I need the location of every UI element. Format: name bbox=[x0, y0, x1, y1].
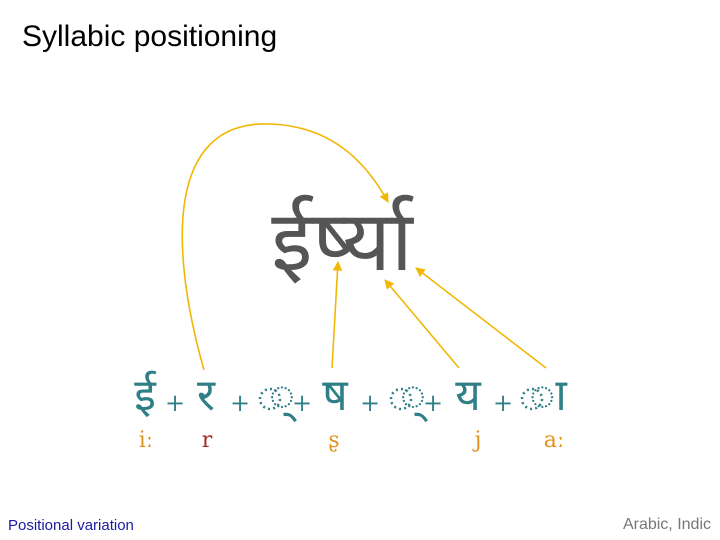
translit-j: j bbox=[472, 428, 482, 453]
translit-aa: aː bbox=[544, 428, 565, 453]
plus-sign: + bbox=[360, 389, 380, 417]
component-aa: ा bbox=[529, 370, 568, 421]
translit-ss: ʂ bbox=[328, 428, 339, 453]
component-ya: य bbox=[455, 370, 482, 421]
result-word: ईर्ष्या bbox=[271, 192, 414, 290]
plus-sign: + bbox=[423, 389, 443, 417]
syllable-diagram: ईर्ष्या ई + र + ् + ष + ् + य + ा iː r ʂ… bbox=[134, 123, 568, 453]
plus-sign: + bbox=[292, 389, 312, 417]
component-ssa: ष bbox=[322, 370, 349, 421]
plus-sign: + bbox=[165, 389, 185, 417]
components-row: ई + र + ् + ष + ् + य + ा bbox=[134, 370, 568, 423]
footer-topic-link[interactable]: Positional variation bbox=[8, 517, 134, 534]
translit-r: r bbox=[202, 428, 213, 453]
transliteration-row: iː r ʂ j aː bbox=[139, 428, 564, 453]
plus-sign: + bbox=[493, 389, 513, 417]
arrow-aa-matra bbox=[415, 267, 547, 369]
component-ra: र bbox=[197, 370, 216, 421]
plus-sign: + bbox=[230, 389, 250, 417]
translit-ii: iː bbox=[139, 428, 153, 453]
component-ii: ई bbox=[134, 370, 157, 421]
footer-section: Arabic, Indic bbox=[622, 516, 711, 533]
